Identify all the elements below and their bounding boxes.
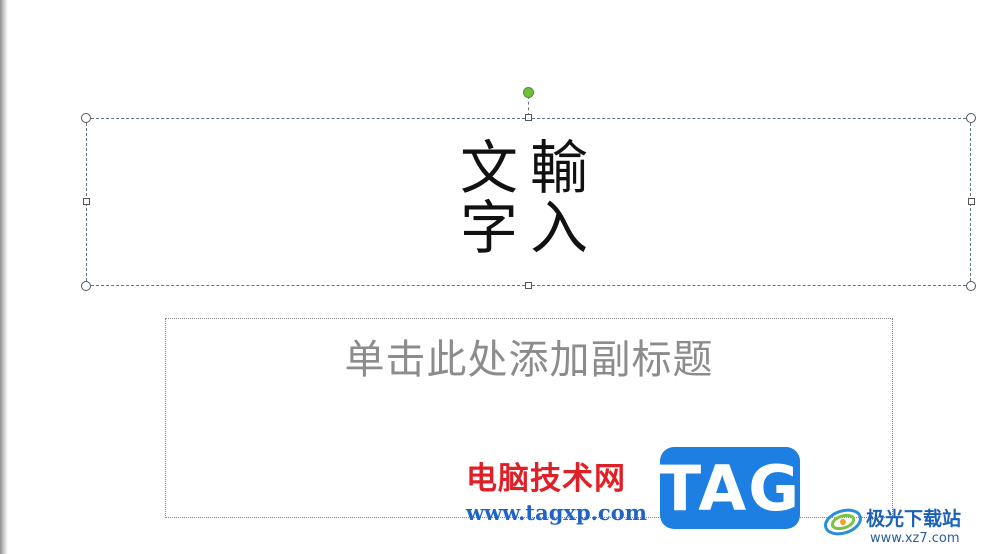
aurora-logo-icon	[824, 508, 862, 536]
subtitle-placeholder-text: 单击此处添加副标题	[344, 337, 714, 383]
rotation-handle-connector	[528, 96, 529, 116]
slide-canvas: 文 輸 字 入 单击此处添加副标题 电脑技术网 www.tagxp.com TA…	[0, 0, 983, 554]
resize-handle-middle-right[interactable]	[968, 198, 975, 205]
resize-handle-top-left[interactable]	[81, 113, 91, 123]
watermark-xz-url: www.xz7.com	[870, 531, 960, 546]
title-char: 輸	[530, 134, 589, 202]
resize-handle-top-center[interactable]	[525, 114, 532, 121]
watermark-tag-logo: TAG	[659, 447, 800, 529]
title-char: 入	[530, 194, 589, 262]
resize-handle-bottom-center[interactable]	[525, 282, 532, 289]
title-char: 文	[460, 134, 519, 202]
watermark-site-url: www.tagxp.com	[466, 500, 647, 525]
resize-handle-middle-left[interactable]	[83, 198, 90, 205]
rotation-handle[interactable]	[523, 87, 534, 98]
title-char: 字	[460, 194, 519, 262]
resize-handle-bottom-left[interactable]	[81, 281, 91, 291]
watermark-xz-name: 极光下载站	[866, 508, 962, 530]
watermark-site-name: 电脑技术网	[466, 461, 626, 497]
title-text[interactable]: 文 輸 字 入	[460, 138, 610, 258]
resize-handle-top-right[interactable]	[966, 113, 976, 123]
resize-handle-bottom-right[interactable]	[966, 281, 976, 291]
slide-left-edge-shadow	[0, 0, 8, 554]
